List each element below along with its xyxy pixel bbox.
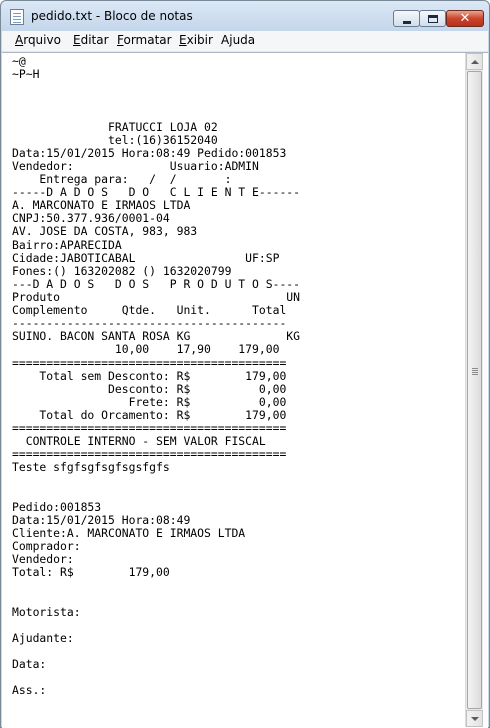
scrollbar-grip-icon bbox=[472, 368, 478, 369]
maximize-button[interactable] bbox=[419, 10, 446, 27]
document-line: Motorista: bbox=[12, 604, 81, 619]
document-line: ~P~H bbox=[12, 67, 40, 82]
minimize-icon bbox=[403, 21, 411, 24]
document-line: FRATUCCI LOJA 02 bbox=[12, 119, 218, 134]
document-line bbox=[12, 488, 462, 501]
text-editor[interactable]: ~@ ~P~H FRATUCCI LOJA 02 tel:(16)36152040… bbox=[2, 52, 488, 728]
notepad-icon[interactable] bbox=[10, 9, 24, 25]
document-line: AV. JOSE DA COSTA, 983, 983 bbox=[12, 224, 198, 239]
document-line: Data:15/01/2015 Hora:08:49 bbox=[12, 512, 191, 527]
document-line: ======================================== bbox=[12, 355, 287, 370]
scrollbar-thumb[interactable] bbox=[467, 71, 482, 709]
document-line: tel:(16)36152040 bbox=[12, 132, 218, 147]
scroll-up-button[interactable] bbox=[466, 53, 483, 70]
document-line: Data:15/01/2015 Hora:08:49 Pedido:001853 bbox=[12, 145, 287, 160]
document-line: Frete: R$ 0,00 bbox=[12, 394, 287, 409]
menu-arquivo-accel: A bbox=[15, 33, 24, 47]
close-button[interactable]: ✕ bbox=[446, 10, 484, 27]
document-line bbox=[12, 81, 462, 94]
document-line bbox=[12, 107, 462, 120]
menu-ajuda-rest: uda bbox=[232, 33, 256, 47]
document-line bbox=[12, 697, 462, 710]
notepad-window: pedido.txt - Bloco de notas ✕ Arquivo Ed… bbox=[0, 0, 490, 728]
window-title: pedido.txt - Bloco de notas bbox=[31, 9, 193, 23]
document-line bbox=[12, 619, 462, 632]
document-line: Pedido:001853 bbox=[12, 499, 102, 514]
document-line bbox=[12, 645, 462, 658]
menu-editar[interactable]: Editar bbox=[73, 33, 109, 47]
minimize-button[interactable] bbox=[393, 10, 420, 27]
menu-ajuda-pre: A bbox=[221, 33, 230, 47]
document-line bbox=[12, 671, 462, 684]
document-line: Teste sfgfsgfsgfsgsfgfs bbox=[12, 460, 170, 475]
document-line: Data: bbox=[12, 657, 47, 672]
document-line: Fones:() 163202082 () 1632020799 bbox=[12, 263, 232, 278]
close-icon: ✕ bbox=[459, 11, 471, 26]
scroll-down-button[interactable] bbox=[466, 710, 483, 727]
menu-arquivo-rest: rquivo bbox=[23, 33, 61, 47]
menu-ajuda[interactable]: Ajuda bbox=[221, 33, 255, 47]
title-bar[interactable]: pedido.txt - Bloco de notas ✕ bbox=[1, 1, 489, 31]
document-line: ~@ bbox=[12, 55, 26, 68]
document-text[interactable]: ~@ ~P~H FRATUCCI LOJA 02 tel:(16)36152040… bbox=[12, 55, 462, 715]
scroll-down-arrow-icon bbox=[471, 717, 479, 721]
document-line: Total sem Desconto: R$ 179,00 bbox=[12, 368, 287, 383]
document-line bbox=[12, 592, 462, 605]
maximize-icon bbox=[428, 15, 438, 23]
document-line: Ajudante: bbox=[12, 630, 74, 645]
document-line: Total: R$ 179,00 bbox=[12, 565, 170, 580]
document-line: 10,00 17,90 179,00 bbox=[12, 342, 280, 357]
document-line: Comprador: bbox=[12, 539, 81, 554]
vertical-scrollbar[interactable] bbox=[465, 53, 483, 727]
menu-bar: Arquivo Editar Formatar Exibir Ajuda bbox=[2, 31, 488, 52]
document-line bbox=[12, 475, 462, 488]
menu-formatar[interactable]: Formatar bbox=[117, 33, 172, 47]
document-line bbox=[12, 579, 462, 592]
document-line: Bairro:APARECIDA bbox=[12, 237, 122, 252]
menu-exibir-rest: xibir bbox=[186, 33, 213, 47]
menu-editar-rest: ditar bbox=[80, 33, 109, 47]
scroll-up-arrow-icon bbox=[471, 60, 479, 64]
document-line: Cidade:JABOTICABAL UF:SP bbox=[12, 250, 280, 265]
menu-arquivo[interactable]: Arquivo bbox=[15, 33, 61, 47]
menu-exibir-accel: E bbox=[179, 33, 187, 47]
menu-exibir[interactable]: Exibir bbox=[179, 33, 213, 47]
document-line bbox=[12, 94, 462, 107]
menu-formatar-rest: ormatar bbox=[123, 33, 172, 47]
document-line: Desconto: R$ 0,00 bbox=[12, 381, 287, 396]
document-line: ---D A D O S D O S P R O D U T O S---- bbox=[12, 276, 301, 291]
menu-editar-accel: E bbox=[73, 33, 81, 47]
document-line: Ass.: bbox=[12, 683, 47, 698]
